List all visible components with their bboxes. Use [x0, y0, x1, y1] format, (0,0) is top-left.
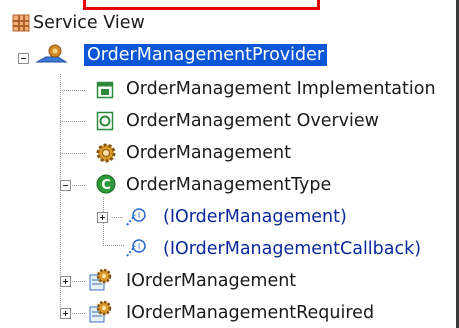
interface-link-icon: I — [126, 208, 146, 226]
collapse-toggle[interactable] — [60, 180, 71, 191]
svg-text:I: I — [138, 242, 140, 251]
tree-connector — [103, 245, 125, 246]
tree-connector — [60, 121, 86, 122]
interface-gear-icon — [89, 300, 112, 323]
tree-label: OrderManagement — [126, 143, 292, 163]
provider-icon — [35, 44, 68, 63]
tree-connector — [112, 217, 124, 218]
interface-link-icon: I — [126, 239, 146, 257]
tree-label: (IOrderManagement) — [163, 207, 347, 227]
tree-label: OrderManagement Implementation — [126, 79, 436, 99]
highlight-box — [83, 0, 320, 10]
svg-text:C: C — [101, 178, 111, 193]
tree-connector — [70, 281, 86, 282]
tree-connector — [60, 153, 86, 154]
expand-toggle[interactable] — [97, 212, 108, 223]
interface-gear-icon — [89, 268, 112, 291]
tree-label: OrderManagement Overview — [126, 111, 379, 131]
service-view-icon — [12, 14, 30, 32]
collapse-toggle[interactable] — [18, 53, 29, 64]
overview-icon — [96, 111, 114, 131]
expand-toggle[interactable] — [60, 308, 71, 319]
tree-label: OrderManagementProvider — [84, 44, 328, 66]
svg-text:I: I — [138, 211, 140, 220]
expand-toggle[interactable] — [60, 276, 71, 287]
tree-label: IOrderManagement — [126, 271, 297, 291]
tree-connector — [60, 90, 86, 91]
tree-label: OrderManagementType — [126, 175, 332, 195]
operation-gear-icon — [96, 143, 116, 163]
service-view-tree: Service View OrderManagementProvider Ord… — [0, 0, 459, 328]
tree-connector — [70, 313, 86, 314]
type-c-icon: C — [96, 174, 116, 194]
tree-label: (IOrderManagementCallback) — [163, 239, 422, 259]
tree-label: Service View — [33, 13, 145, 33]
implementation-icon — [96, 81, 114, 99]
tree-connector — [70, 185, 86, 186]
tree-label: IOrderManagementRequired — [126, 303, 375, 323]
